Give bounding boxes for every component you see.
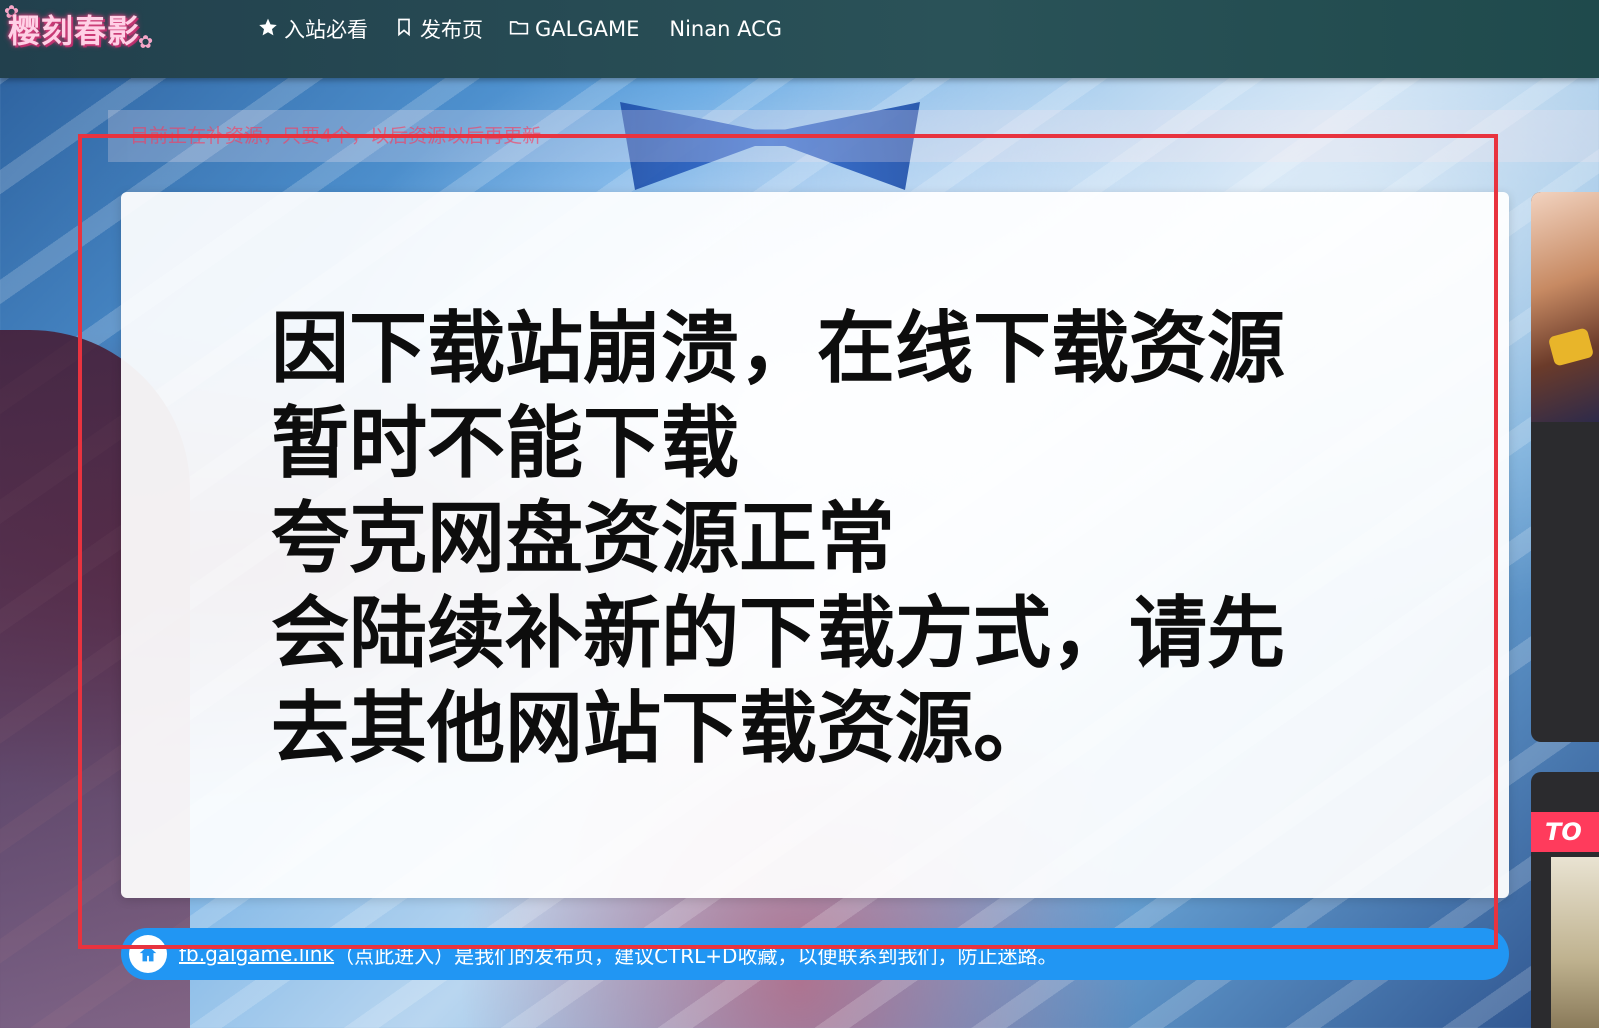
nav-item-ninan-acg[interactable]: Ninan ACG — [669, 14, 782, 44]
home-icon — [129, 935, 167, 973]
publish-page-info-bar: fb.galgame.link （点此进入）是我们的发布页，建议CTRL+D收藏… — [121, 928, 1509, 980]
info-bar-text: （点此进入）是我们的发布页，建议CTRL+D收藏，以便联系到我们，防止迷路。 — [334, 943, 1058, 968]
announcement-line: 去其他网站下载资源。 — [271, 684, 1052, 774]
nav-item-label: 入站必看 — [284, 18, 368, 42]
nav-item-must-read[interactable]: 入站必看 — [258, 14, 368, 44]
nav-item-publish-page[interactable]: 发布页 — [394, 14, 483, 44]
bookmark-icon — [394, 17, 414, 42]
nav-item-galgame[interactable]: GALGAME — [509, 14, 639, 44]
main-nav: 入站必看 发布页 GALGAME Ninan ACG — [258, 14, 782, 44]
sidebar-thumbnail[interactable] — [1531, 192, 1599, 422]
announcement-image-card[interactable]: 因下载站崩溃，在线下载资源 暂时不能下载 夸克网盘资源正常 会陆续补新的下载方式… — [121, 192, 1509, 898]
publish-page-link[interactable]: fb.galgame.link — [179, 942, 334, 966]
folder-icon — [509, 17, 529, 42]
nav-item-label: Ninan ACG — [669, 17, 783, 41]
top-badge: TO — [1531, 812, 1599, 852]
sidebar-top-card[interactable]: TO — [1531, 772, 1599, 1028]
announcement-line: 夸克网盘资源正常 — [271, 494, 896, 584]
announcement-text: 因下载站崩溃，在线下载资源 暂时不能下载 夸克网盘资源正常 会陆续补新的下载方式… — [271, 302, 1351, 777]
announcement-line: 因下载站崩溃，在线下载资源 — [271, 304, 1286, 394]
sidebar-card[interactable] — [1531, 192, 1599, 742]
notice-text: 目前正在补资源，只要4个，以后资源以后再更新 — [130, 125, 542, 147]
nav-item-label: GALGAME — [535, 17, 640, 41]
announcement-line: 暂时不能下载 — [271, 399, 740, 489]
sakura-icon: ✿ — [138, 32, 154, 53]
nav-item-label: 发布页 — [420, 18, 483, 42]
announcement-line: 会陆续补新的下载方式，请先 — [271, 589, 1286, 679]
sidebar-thumbnail[interactable] — [1551, 857, 1599, 1028]
site-header: ✿ 樱刻春影 ✿ 入站必看 发布页 GALGAME Ninan ACG — [0, 0, 1599, 78]
site-logo[interactable]: 樱刻春影 — [8, 6, 140, 52]
star-icon — [258, 17, 278, 42]
notice-bar: 目前正在补资源，只要4个，以后资源以后再更新 — [108, 110, 1599, 162]
